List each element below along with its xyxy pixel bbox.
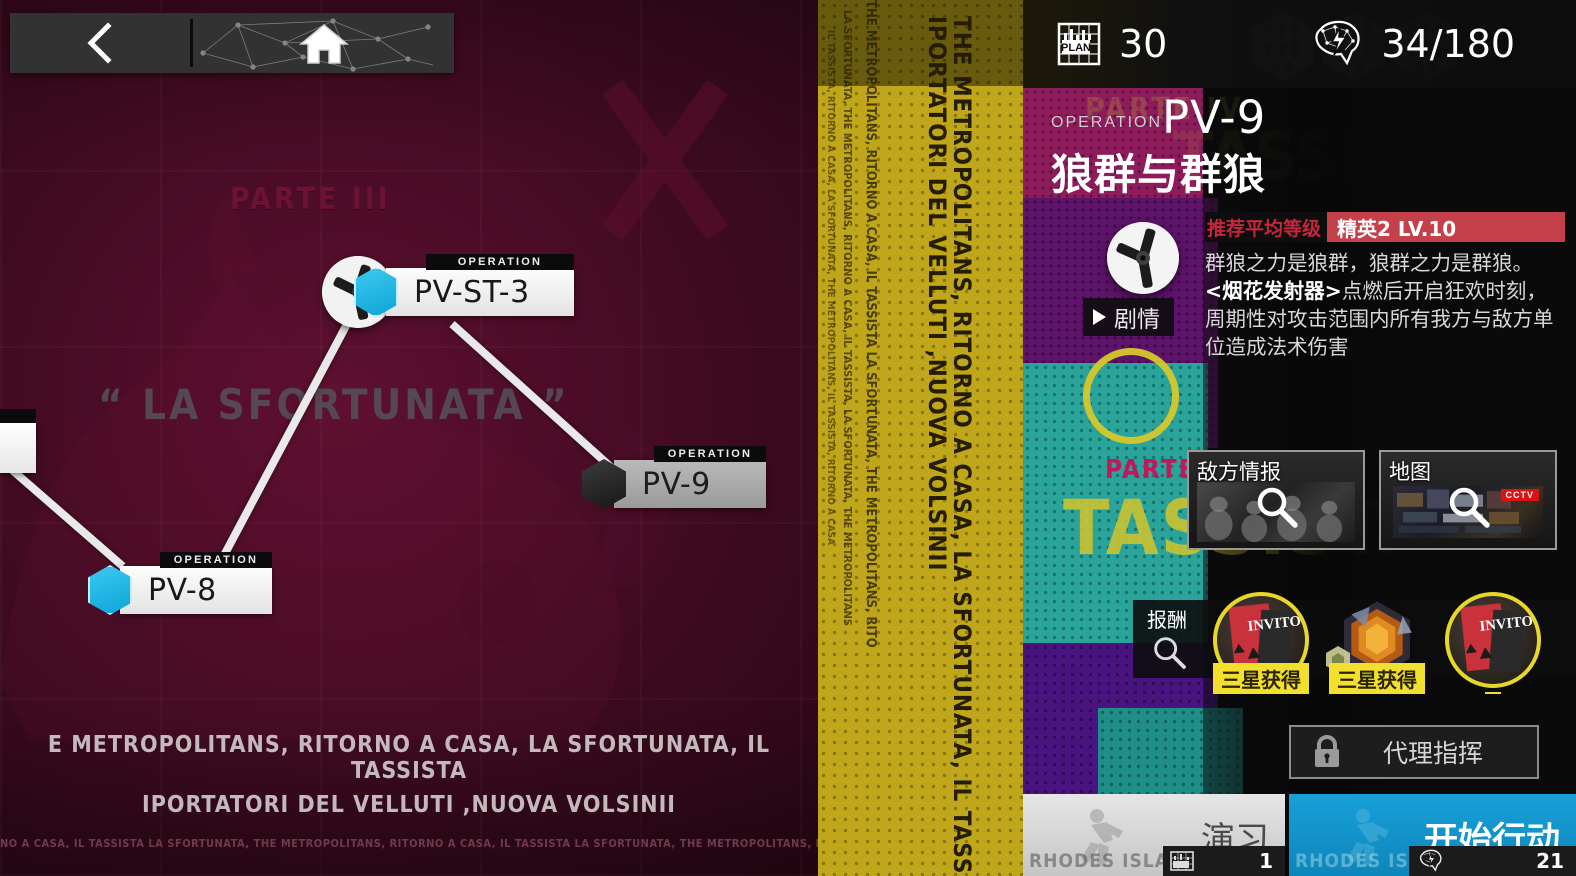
map-node-partial-left[interactable] xyxy=(0,409,36,473)
pv-9-operation-strip: OPERATION xyxy=(654,446,766,462)
lock-icon xyxy=(1315,735,1339,767)
stage-detail-panel: PARTE IV TASSISTA TASSISTA xyxy=(1023,0,1576,876)
map-footer-line-1: E METROPOLITANS, RITORNO A CASA, LA SFOR… xyxy=(47,732,771,784)
recommended-level-value: 精英2 LV.10 xyxy=(1327,212,1565,242)
reward-1-badge: 三星获得 xyxy=(1213,663,1309,694)
practice-cost-value: 1 xyxy=(1259,849,1273,873)
reward-item-2[interactable]: 三星获得 xyxy=(1326,592,1425,694)
map-preview-label: 地图 xyxy=(1389,460,1431,484)
map-node-pv-st-3[interactable]: OPERATION PV-ST-3 xyxy=(322,254,574,328)
bottom-action-bar: RHODES ISLAN 演习 1 RHODES ISLA 开始行动 21 xyxy=(1023,794,1576,876)
pv-8-operation-strip: OPERATION xyxy=(160,552,272,568)
map-node-pv-9[interactable]: OPERATION PV-9 xyxy=(582,446,766,509)
reward-item-3[interactable]: INVITO xyxy=(1445,592,1541,694)
back-button[interactable] xyxy=(10,13,190,73)
stage-description-line-1: 群狼之力是狼群，狼群之力是群狼。 xyxy=(1205,251,1533,275)
mission-map-canvas[interactable]: PARTE III “ LA SFORTUNATA ” OPERATION PV… xyxy=(0,0,818,876)
pv-st-3-operation-strip: OPERATION xyxy=(426,254,574,270)
stage-description: 群狼之力是狼群，狼群之力是群狼。 <烟花发射器>点燃后开启狂欢时刻，周期性对攻击… xyxy=(1205,250,1565,362)
story-avatar[interactable] xyxy=(1107,222,1179,294)
magnifier-icon xyxy=(1449,487,1490,528)
svg-text:PLAN: PLAN xyxy=(1061,42,1091,54)
map-edge-pv8-to-pvst3 xyxy=(208,314,355,580)
chevron-left-icon xyxy=(87,22,112,64)
sanity-stat[interactable]: 34/180 xyxy=(1307,17,1515,71)
resource-stat-bar: PLAN 30 34/180 xyxy=(1023,0,1576,88)
stage-operation-word: OPERATION xyxy=(1051,114,1163,132)
play-triangle-icon xyxy=(1093,309,1106,325)
practice-cost: 1 xyxy=(1163,846,1285,876)
magnifier-icon xyxy=(1257,487,1298,528)
map-quote-label: “ LA SFORTUNATA ” xyxy=(98,380,570,429)
rewards-label: 报酬 xyxy=(1147,608,1187,632)
recommended-level-label: 推荐平均等级 xyxy=(1205,212,1328,242)
start-cost: 21 xyxy=(1409,846,1576,876)
pv-9-code: PV-9 xyxy=(642,466,711,502)
x-mark-decoration xyxy=(560,70,770,250)
start-operation-button[interactable]: RHODES ISLA 开始行动 21 xyxy=(1289,794,1576,876)
enemy-intel-card[interactable]: 敌方情报 xyxy=(1187,450,1365,550)
stage-code: PV-9 xyxy=(1162,91,1267,144)
map-footer-text: E METROPOLITANS, RITORNO A CASA, LA SFOR… xyxy=(0,732,818,818)
yellow-band-vertical-text-5: IL TASSISTA, RITORNO A CASA, LA SFORTUNA… xyxy=(825,30,836,546)
cctv-watermark: CCTV xyxy=(1500,489,1539,501)
practice-button[interactable]: RHODES ISLAN 演习 1 xyxy=(1023,794,1285,876)
home-button[interactable] xyxy=(193,13,454,73)
yellow-ring-decoration xyxy=(1083,348,1179,444)
pv-st-3-code: PV-ST-3 xyxy=(414,274,530,310)
plan-ticket-icon: PLAN xyxy=(1057,22,1101,66)
yellow-band-vertical-text-1: THE METROPOLITANS, RITORNO A CASA, LA SF… xyxy=(948,16,976,876)
map-parte-label: PARTE III xyxy=(230,182,391,217)
home-icon xyxy=(298,24,349,64)
reward-2-badge: 三星获得 xyxy=(1329,663,1425,694)
sanity-value: 34/180 xyxy=(1381,22,1516,66)
story-button-label: 剧情 xyxy=(1114,307,1160,333)
map-preview-card[interactable]: CCTV 地图 xyxy=(1379,450,1557,550)
magnifier-icon[interactable] xyxy=(1149,632,1189,672)
reward-item-1[interactable]: INVITO 三星获得 xyxy=(1213,592,1309,694)
start-cost-value: 21 xyxy=(1536,849,1564,873)
pv-9-plate[interactable]: OPERATION PV-9 xyxy=(614,446,766,508)
pv-st-3-operation-label: OPERATION xyxy=(457,256,543,268)
pv-8-plate[interactable]: OPERATION PV-8 xyxy=(120,552,272,614)
stage-title-block: OPERATION PV-9 狼群与群狼 xyxy=(1051,91,1267,202)
map-node-pv-8[interactable]: OPERATION PV-8 xyxy=(88,552,272,615)
plan-value: 30 xyxy=(1119,22,1168,66)
pv-st-3-plate[interactable]: OPERATION PV-ST-3 xyxy=(386,254,574,316)
sanity-brain-icon xyxy=(1419,849,1442,872)
reward-3-ring: INVITO xyxy=(1445,592,1541,688)
yellow-band-vertical-text-2: IPORTATORI DEL VELLUTI ,NUOVA VOLSINII xyxy=(923,16,951,572)
pv-8-code: PV-8 xyxy=(148,572,217,608)
pv-8-operation-label: OPERATION xyxy=(173,554,259,566)
map-footer-line-2: IPORTATORI DEL VELLUTI ,NUOVA VOLSINII xyxy=(142,792,676,818)
practice-ticket-icon xyxy=(1170,851,1194,871)
practice-ghost-text: RHODES ISLAN xyxy=(1029,850,1185,872)
decorative-yellow-band: THE METROPOLITANS, RITORNO A CASA, LA SF… xyxy=(818,0,1023,876)
stage-info-block: 推荐平均等级 精英2 LV.10 群狼之力是狼群，狼群之力是群狼。 <烟花发射器… xyxy=(1205,212,1565,362)
yellow-band-vertical-text-4: LA SFORTUNATA, THE METROPOLITANS, RITORN… xyxy=(841,10,854,626)
game-stage-select-screen: PARTE III “ LA SFORTUNATA ” OPERATION PV… xyxy=(0,0,1576,876)
map-footer-small-text: NO A CASA, IL TASSISTA LA SFORTUNATA, TH… xyxy=(0,837,818,850)
rewards-section: 报酬 INVITO 三星获得 三星获得 INVITO xyxy=(1133,592,1576,702)
auto-deploy-label: 代理指挥 xyxy=(1382,739,1483,768)
pv-9-operation-label: OPERATION xyxy=(667,448,753,460)
stage-description-highlight: <烟花发射器> xyxy=(1205,278,1342,303)
plan-stat[interactable]: PLAN 30 xyxy=(1053,18,1167,70)
reward-3-badge xyxy=(1485,692,1501,694)
sanity-brain-icon xyxy=(1315,20,1360,66)
auto-deploy-button[interactable]: 代理指挥 xyxy=(1289,725,1539,779)
story-button[interactable]: 剧情 xyxy=(1083,298,1174,336)
recommended-level-row: 推荐平均等级 精英2 LV.10 xyxy=(1205,212,1565,242)
top-navigation-bar xyxy=(10,13,454,73)
yellow-band-vertical-text-3: THE METROPOLITANS, RITORNO A CASA, IL TA… xyxy=(863,0,878,648)
stage-name: 狼群与群狼 xyxy=(1051,150,1267,200)
